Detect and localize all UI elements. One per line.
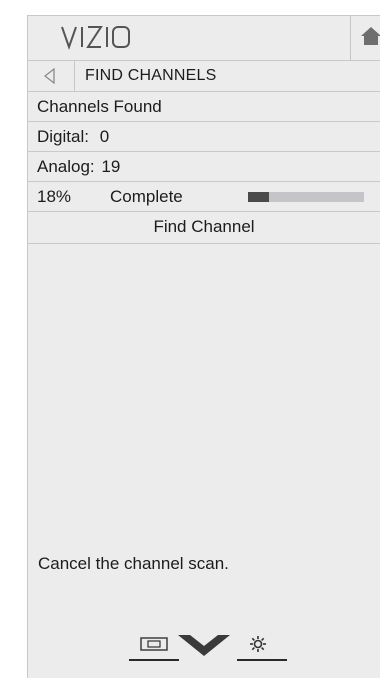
page-title: FIND CHANNELS — [85, 67, 217, 84]
pip-icon[interactable] — [140, 637, 168, 651]
analog-row: Analog: 19 — [28, 152, 380, 182]
progress-label: Complete — [110, 187, 183, 206]
header-divider — [350, 16, 351, 60]
gear-icon[interactable] — [249, 635, 267, 653]
home-icon[interactable] — [360, 25, 380, 47]
channels-found-row: Channels Found — [28, 92, 380, 122]
digital-row: Digital: 0 — [28, 122, 380, 152]
footer — [28, 611, 380, 671]
help-text: Cancel the channel scan. — [38, 554, 229, 573]
title-bar: FIND CHANNELS — [28, 61, 380, 92]
analog-value: 19 — [101, 157, 121, 176]
find-channel-button[interactable]: Find Channel — [28, 212, 380, 244]
footer-underline — [129, 659, 179, 661]
digital-value: 0 — [99, 127, 110, 146]
progress-row: 18% Complete — [28, 182, 380, 212]
analog-label: Analog: — [37, 157, 95, 176]
back-button[interactable] — [28, 61, 75, 91]
progress-percent: 18% — [37, 187, 72, 206]
footer-underline — [237, 659, 287, 661]
menu-panel: FIND CHANNELS Channels Found Digital: 0 … — [27, 15, 380, 678]
find-channel-label: Find Channel — [153, 217, 255, 236]
progress-fill — [248, 192, 269, 202]
channels-found-label: Channels Found — [37, 97, 162, 116]
back-arrow-icon — [44, 68, 55, 84]
digital-label: Digital: — [37, 127, 89, 146]
down-chevron-icon[interactable] — [176, 632, 232, 658]
progress-bar — [248, 192, 364, 202]
vizio-logo — [61, 26, 130, 51]
header — [28, 16, 380, 61]
